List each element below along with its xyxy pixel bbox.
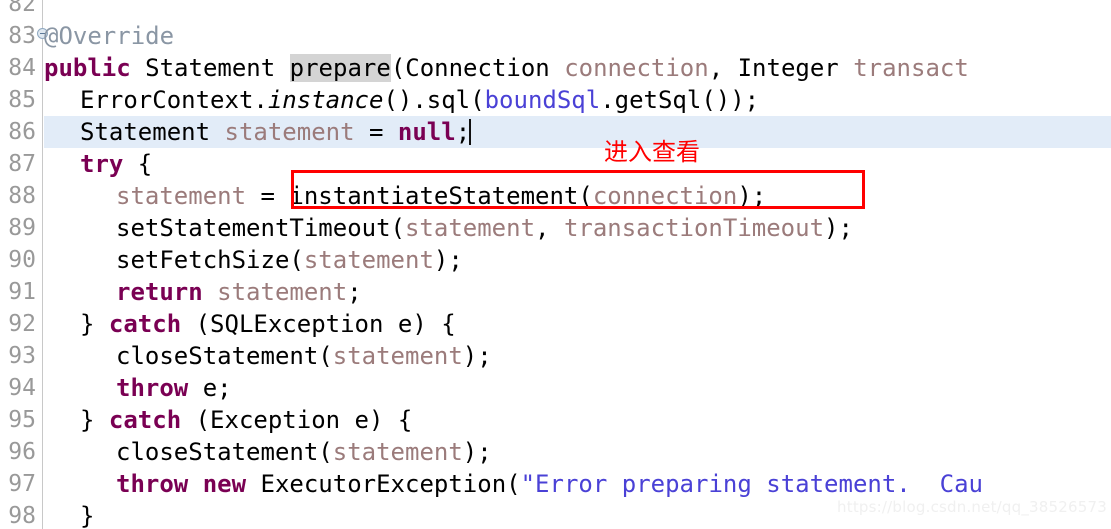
- comma-89: ,: [535, 214, 564, 242]
- close-paren-88: );: [737, 182, 767, 210]
- code-text-area[interactable]: @Override public Statement prepare(Conne…: [44, 0, 1111, 529]
- close-brace-92: }: [80, 310, 109, 338]
- code-line-85[interactable]: ErrorContext.instance().sql(boundSql.get…: [44, 84, 759, 116]
- watermark-url: https://blog.csdn.net/qq_38526573: [837, 498, 1107, 516]
- line-number-91: 91: [8, 279, 36, 305]
- code-line-93[interactable]: closeStatement(statement);: [44, 340, 492, 372]
- code-line-84-comma: , Integer: [708, 54, 854, 82]
- line-number-98: 98: [8, 503, 36, 529]
- code-line-94[interactable]: throw e;: [44, 372, 232, 404]
- errorcontext-ref: ErrorContext.: [80, 86, 268, 114]
- keyword-catch-92: catch: [108, 310, 182, 338]
- line-number-97: 97: [8, 471, 36, 497]
- call-close-statement-93: closeStatement(: [116, 342, 333, 370]
- executor-exception-ctor: ExecutorException(: [246, 470, 521, 498]
- code-editor-screenshot: 82 83 84 85 86 87 88 89 90 91 92 93 94 9…: [0, 0, 1111, 529]
- code-line-91[interactable]: return statement;: [44, 276, 362, 308]
- param-transaction-timeout: transact: [853, 54, 969, 82]
- method-name-prepare: prepare: [289, 54, 391, 82]
- param-connection: connection: [564, 54, 709, 82]
- line-number-96: 96: [8, 439, 36, 465]
- keyword-return: return: [116, 278, 203, 306]
- code-line-84-paren: (Connection: [390, 54, 565, 82]
- code-line-88[interactable]: statement = instantiateStatement(connect…: [44, 180, 766, 212]
- close-paren-93: );: [462, 342, 492, 370]
- arg-statement-90: statement: [303, 246, 434, 274]
- catch-clause-sqlexception: (SQLException e) {: [181, 310, 456, 338]
- keyword-throw-94: throw: [116, 374, 189, 402]
- code-line-97[interactable]: throw new ExecutorException("Error prepa…: [44, 468, 983, 500]
- editor-gutter[interactable]: 82 83 84 85 86 87 88 89 90 91 92 93 94 9…: [0, 0, 43, 529]
- text-caret: [469, 119, 472, 145]
- line-number-89: 89: [8, 215, 36, 241]
- close-brace-98: }: [80, 502, 95, 529]
- arg-statement-96: statement: [332, 438, 463, 466]
- call-close-statement-96: closeStatement(: [116, 438, 333, 466]
- close-brace-95: }: [80, 406, 109, 434]
- getsql-call: .getSql());: [600, 86, 760, 114]
- semicolon-86: ;: [455, 118, 471, 146]
- line-number-94: 94: [8, 375, 36, 401]
- code-line-86[interactable]: Statement statement = null;: [44, 116, 472, 148]
- annotation-override: @Override: [44, 22, 175, 50]
- arg-statement-93: statement: [332, 342, 463, 370]
- catch-clause-exception: (Exception e) {: [181, 406, 413, 434]
- sql-call: ().sql(: [383, 86, 485, 114]
- line-number-87: 87: [8, 151, 36, 177]
- line-number-90: 90: [8, 247, 36, 273]
- line-number-83: 83: [8, 23, 36, 49]
- line-number-95: 95: [8, 407, 36, 433]
- keyword-try: try: [80, 150, 124, 178]
- var-statement-91: statement: [217, 278, 348, 306]
- assign-operator: =: [354, 118, 398, 146]
- line-number-85: 85: [8, 87, 36, 113]
- arg-statement-89: statement: [404, 214, 536, 242]
- callout-label-enter-to-view: 进入查看: [604, 138, 700, 166]
- call-set-statement-timeout: setStatementTimeout(: [116, 214, 405, 242]
- code-line-90[interactable]: setFetchSize(statement);: [44, 244, 463, 276]
- arg-transaction-timeout: transactionTimeout: [563, 214, 825, 242]
- line-number-84: 84: [8, 55, 36, 81]
- line-number-93: 93: [8, 343, 36, 369]
- space-91: [203, 278, 217, 306]
- call-set-fetch-size: setFetchSize(: [116, 246, 304, 274]
- string-literal-error-message: "Error preparing statement. Cau: [520, 470, 983, 498]
- close-paren-96: );: [462, 438, 492, 466]
- keyword-throw-97: throw: [116, 470, 189, 498]
- code-line-98[interactable]: }: [44, 500, 94, 529]
- keyword-new-97: new: [202, 470, 247, 498]
- line-number-92: 92: [8, 311, 36, 337]
- code-line-89[interactable]: setStatementTimeout(statement, transacti…: [44, 212, 853, 244]
- code-line-92[interactable]: } catch (SQLException e) {: [44, 308, 456, 340]
- var-statement-88: statement: [116, 182, 247, 210]
- type-statement: Statement: [130, 54, 290, 82]
- field-boundsql: boundSql: [484, 86, 601, 114]
- code-line-84[interactable]: public Statement prepare(Connection conn…: [44, 52, 969, 84]
- static-method-instance: instance: [267, 86, 384, 114]
- line-number-88: 88: [8, 183, 36, 209]
- close-paren-89: );: [824, 214, 853, 242]
- code-line-83[interactable]: @Override: [44, 20, 174, 52]
- code-line-95[interactable]: } catch (Exception e) {: [44, 404, 412, 436]
- call-instantiate-statement: = instantiateStatement(: [246, 182, 593, 210]
- semicolon-91: ;: [347, 278, 362, 306]
- keyword-public: public: [44, 54, 131, 82]
- code-line-87[interactable]: try {: [44, 148, 152, 180]
- open-brace-87: {: [123, 150, 153, 178]
- throw-expr-94: e;: [188, 374, 232, 402]
- type-statement-decl: Statement: [80, 118, 225, 146]
- keyword-null: null: [397, 118, 456, 146]
- space-97: [188, 470, 202, 498]
- code-line-96[interactable]: closeStatement(statement);: [44, 436, 492, 468]
- var-statement: statement: [224, 118, 355, 146]
- line-number-86: 86: [8, 119, 36, 145]
- keyword-catch-95: catch: [108, 406, 182, 434]
- line-number-82: 82: [8, 0, 36, 17]
- close-paren-90: );: [433, 246, 463, 274]
- arg-connection: connection: [592, 182, 738, 210]
